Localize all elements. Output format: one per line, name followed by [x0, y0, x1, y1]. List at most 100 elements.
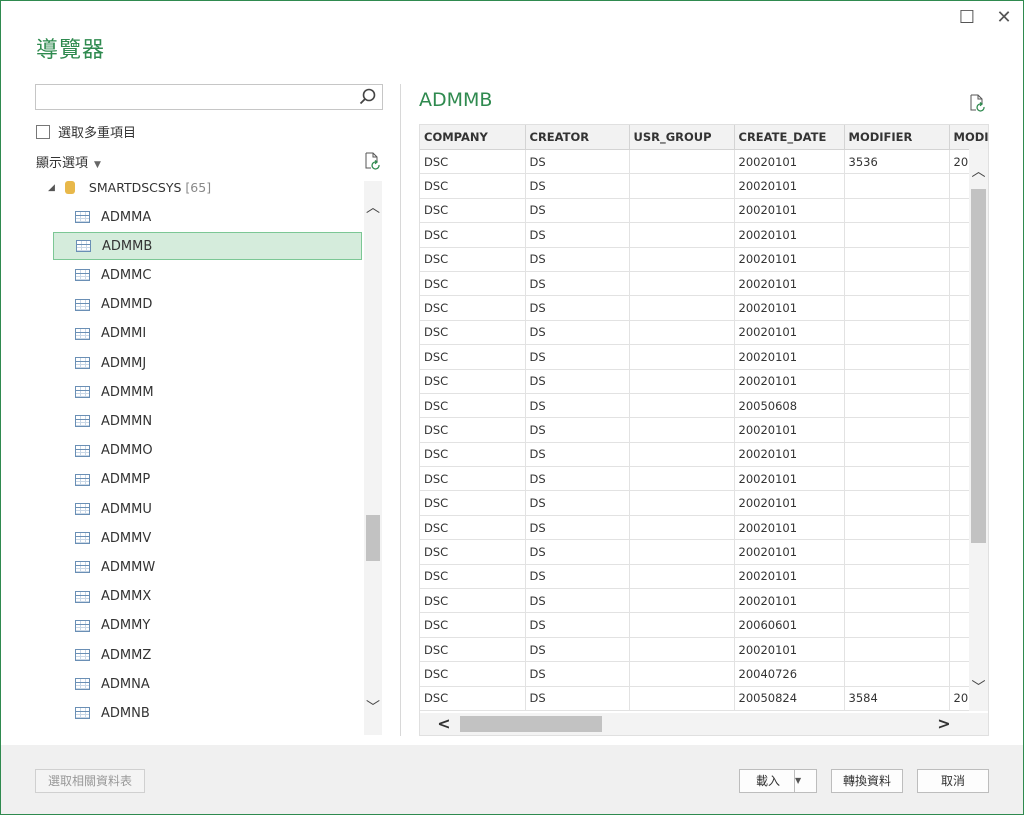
- table-cell: [844, 539, 950, 565]
- tree-item-label: ADMNB: [101, 705, 150, 721]
- tree-item-table[interactable]: ADMMW: [53, 553, 362, 581]
- select-related-tables-button[interactable]: 選取相關資料表: [35, 769, 145, 793]
- tree-item-table[interactable]: ADMMD: [53, 291, 362, 319]
- tree-item-table[interactable]: ADMMI: [53, 320, 362, 348]
- table-cell: DSC: [420, 588, 526, 614]
- scroll-up-icon[interactable]: ︿: [364, 199, 382, 217]
- table-cell: 20020101: [734, 588, 845, 614]
- tree-item-table[interactable]: ADMMP: [53, 466, 362, 494]
- table-icon: [75, 503, 90, 515]
- tree-item-label: ADMMI: [101, 326, 147, 342]
- table-cell: DSC: [420, 198, 526, 224]
- table-cell: DS: [525, 320, 630, 346]
- table-cell: DS: [525, 539, 630, 565]
- load-button-label[interactable]: 載入: [756, 774, 780, 788]
- table-row: DSC DS 20020101: [420, 564, 988, 590]
- table-cell: [629, 661, 735, 687]
- table-icon: [75, 561, 90, 574]
- tree-item-table[interactable]: ADMMV: [53, 524, 362, 552]
- tree-item-table[interactable]: ADMMA: [53, 203, 362, 231]
- table-icon: [75, 649, 90, 661]
- search-input[interactable]: [35, 84, 383, 110]
- tree-item-table[interactable]: ADMMX: [53, 583, 362, 611]
- column-header[interactable]: CREATE_DATE: [734, 125, 845, 150]
- table-cell: 3536: [844, 149, 950, 175]
- tree-item-table[interactable]: ADMMU: [53, 495, 362, 523]
- scroll-down-icon[interactable]: ﹀: [969, 679, 988, 697]
- table-row: DSC DS 20020101: [420, 490, 988, 516]
- table-cell: 20020101: [734, 222, 845, 248]
- table-cell: DS: [525, 686, 630, 711]
- close-button[interactable]: ✕: [992, 6, 1016, 30]
- table-cell: DSC: [420, 612, 526, 638]
- table-icon: [75, 269, 90, 282]
- scroll-thumb[interactable]: [971, 189, 986, 543]
- tree-item-label: ADMNA: [101, 676, 150, 692]
- refresh-preview-icon[interactable]: [968, 94, 986, 112]
- tree-item-table[interactable]: ADMMM: [53, 378, 362, 406]
- display-options-dropdown[interactable]: 顯示選項 ▼: [36, 152, 101, 171]
- table-cell: DS: [525, 442, 630, 468]
- transform-data-button[interactable]: 轉換資料: [831, 769, 903, 793]
- table-cell: [629, 686, 735, 711]
- table-cell: DSC: [420, 247, 526, 272]
- chevron-down-icon[interactable]: ▼: [794, 770, 816, 792]
- table-cell: DSC: [420, 149, 526, 175]
- scroll-thumb[interactable]: [460, 716, 602, 732]
- restore-button[interactable]: ☐: [955, 6, 979, 30]
- grid-vertical-scrollbar[interactable]: ︿ ﹀: [969, 149, 988, 711]
- pane-divider[interactable]: [400, 84, 401, 736]
- tree-item-table[interactable]: ADMMN: [53, 407, 362, 435]
- tree-item-table[interactable]: ADMMY: [53, 612, 362, 640]
- table-row: DSC DS 20050608: [420, 393, 988, 419]
- table-row: DSC DS 20020101: [420, 637, 988, 663]
- tree-item-table[interactable]: ADMNB: [53, 699, 362, 727]
- tree-item-table[interactable]: ADMMO: [53, 437, 362, 465]
- table-row: DSC DS 20050824 3584 201: [420, 686, 988, 711]
- scroll-left-icon[interactable]: <: [434, 713, 454, 735]
- column-header[interactable]: CREATOR: [525, 125, 630, 150]
- tree-item-label: ADMMC: [101, 267, 152, 283]
- table-cell: DS: [525, 588, 630, 614]
- tree-root-count: [65]: [185, 180, 212, 195]
- tree-item-table[interactable]: ADMMC: [53, 261, 362, 289]
- table-cell: 20020101: [734, 369, 845, 394]
- table-row: DSC DS 20020101 3536 201: [420, 149, 988, 175]
- table-row: DSC DS 20020101: [420, 173, 988, 199]
- table-cell: [844, 271, 950, 297]
- scroll-up-icon[interactable]: ︿: [969, 163, 988, 181]
- table-icon: [75, 444, 90, 457]
- tree-root-database[interactable]: ◢ SMARTDSCSYS [65]: [48, 180, 211, 195]
- grid-horizontal-scrollbar[interactable]: < >: [420, 713, 988, 735]
- scroll-down-icon[interactable]: ﹀: [364, 699, 382, 717]
- column-header[interactable]: USR_GROUP: [629, 125, 735, 150]
- scroll-right-icon[interactable]: >: [934, 713, 954, 735]
- table-cell: DS: [525, 564, 630, 590]
- table-cell: [629, 539, 735, 565]
- table-cell: 20020101: [734, 198, 845, 224]
- tree-item-table[interactable]: ADMMB: [53, 232, 362, 261]
- load-split-button[interactable]: 載入 ▼: [739, 769, 817, 793]
- multi-select-checkbox[interactable]: [36, 124, 50, 139]
- tree-item-table[interactable]: ADMNA: [53, 670, 362, 698]
- column-header[interactable]: COMPANY: [420, 125, 526, 150]
- table-cell: DSC: [420, 466, 526, 492]
- cancel-button[interactable]: 取消: [917, 769, 989, 793]
- table-cell: [844, 612, 950, 638]
- column-header[interactable]: MODIFIER: [844, 125, 950, 150]
- tree-item-table[interactable]: ADMMZ: [53, 641, 362, 669]
- multi-select-option[interactable]: 選取多重項目: [36, 122, 136, 141]
- tree-item-table[interactable]: ADMMJ: [53, 349, 362, 377]
- collapse-triangle-icon[interactable]: ◢: [48, 183, 55, 193]
- search-icon[interactable]: [358, 87, 378, 107]
- table-cell: 20020101: [734, 490, 845, 516]
- tree-scrollbar[interactable]: ︿ ﹀: [364, 181, 382, 735]
- table-cell: [629, 417, 735, 443]
- table-cell: 20060601: [734, 612, 845, 638]
- table-cell: 20020101: [734, 466, 845, 492]
- refresh-icon[interactable]: [363, 152, 381, 170]
- table-cell: DS: [525, 515, 630, 541]
- column-header[interactable]: MODI_: [949, 125, 988, 150]
- scroll-thumb[interactable]: [366, 515, 380, 561]
- table-cell: DS: [525, 466, 630, 492]
